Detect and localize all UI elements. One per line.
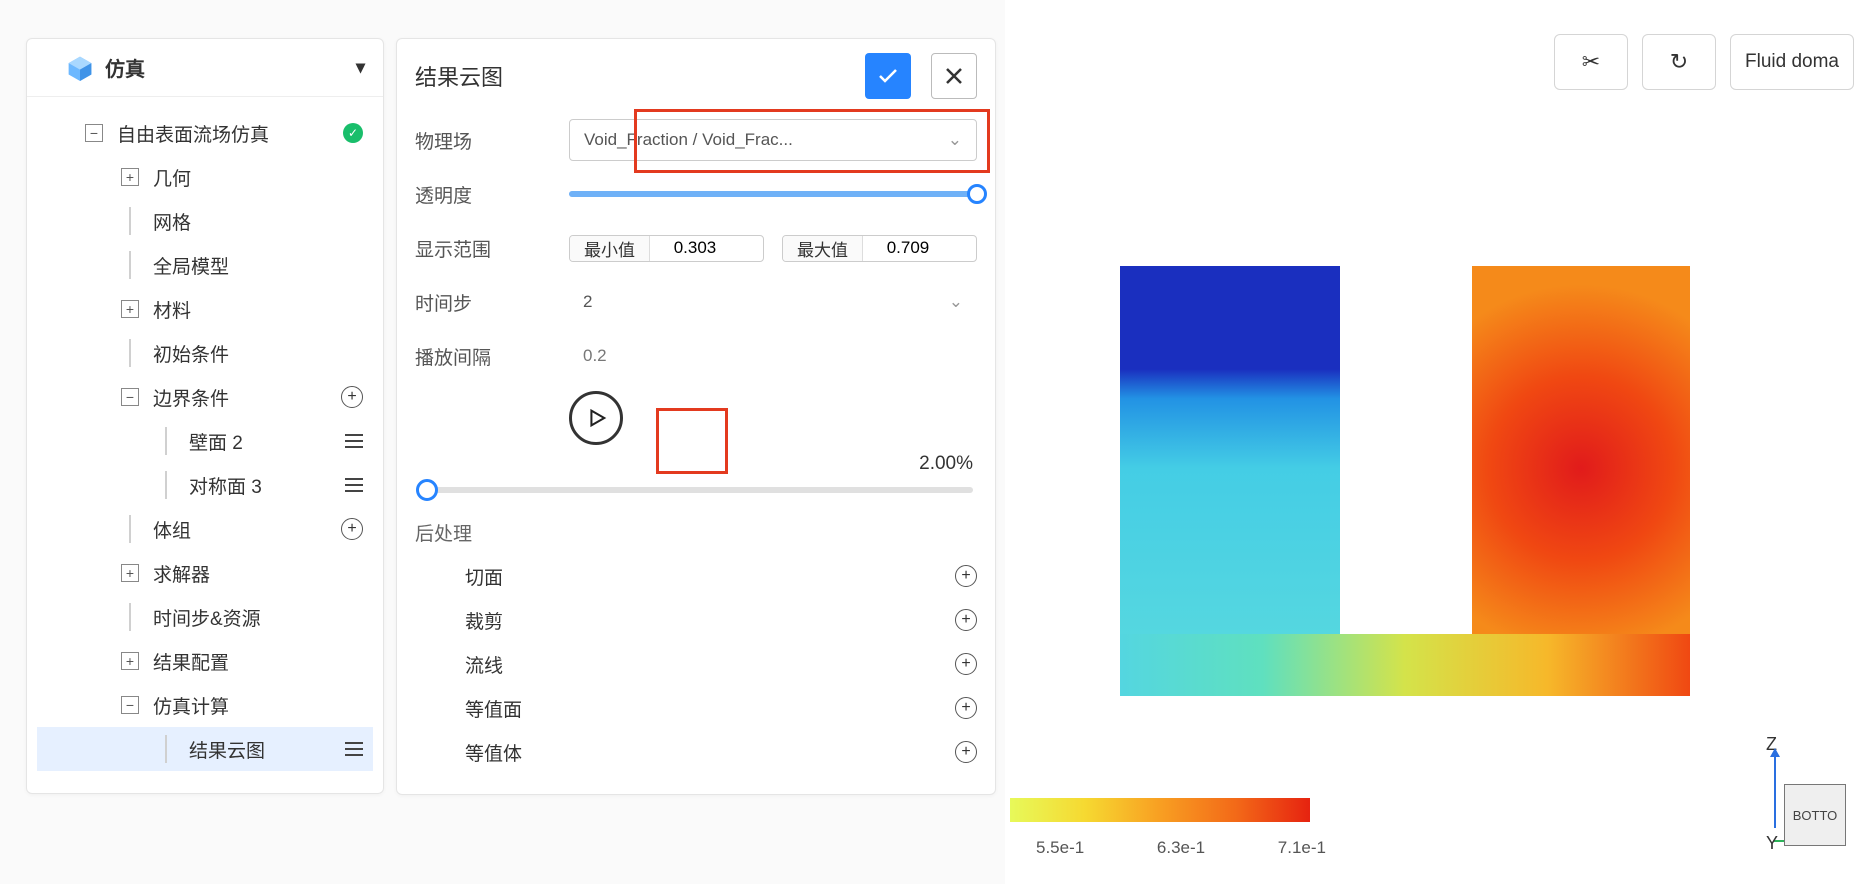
max-value-group: 最大值 [782, 235, 977, 262]
opacity-row: 透明度 [397, 167, 995, 221]
reset-icon: ↻ [1670, 49, 1688, 75]
min-value-input[interactable] [650, 236, 740, 261]
check-icon: ✓ [343, 123, 363, 143]
add-icon[interactable]: + [341, 386, 363, 408]
add-icon[interactable]: + [955, 741, 977, 763]
pp-item-slice[interactable]: 切面 + [415, 554, 977, 598]
slider-thumb[interactable] [967, 184, 987, 204]
tree-line [157, 735, 175, 763]
physics-field-select[interactable]: Void_Fraction / Void_Frac... ⌄ [569, 119, 977, 161]
panel-header: 结果云图 [397, 39, 995, 113]
collapse-icon[interactable]: − [121, 388, 139, 406]
tree-node-mesh[interactable]: 网格 [37, 199, 373, 243]
tree-node-geometry[interactable]: + 几何 [37, 155, 373, 199]
menu-icon[interactable] [345, 434, 363, 448]
tree-line [121, 515, 139, 543]
expand-icon[interactable]: + [121, 652, 139, 670]
viewport-toolbar: ✂ ↻ Fluid doma [1554, 34, 1854, 90]
result-cloud-panel: 结果云图 物理场 Void_Fraction / Void_Frac... ⌄ … [396, 38, 996, 795]
tree-node-sim-calc[interactable]: − 仿真计算 [37, 683, 373, 727]
pp-item-isovolume[interactable]: 等值体 + [415, 730, 977, 774]
tree-node-timestep-resource[interactable]: 时间步&资源 [37, 595, 373, 639]
tree-node-volume-group[interactable]: 体组 + [37, 507, 373, 551]
timestep-select[interactable]: 2 ⌄ [569, 281, 977, 323]
add-icon[interactable]: + [341, 518, 363, 540]
tree-node-boundary[interactable]: − 边界条件 + [37, 375, 373, 419]
add-icon[interactable]: + [955, 697, 977, 719]
confirm-button[interactable] [865, 53, 911, 99]
display-range-row: 显示范围 最小值 最大值 [397, 221, 995, 275]
tree-node-global-model[interactable]: 全局模型 [37, 243, 373, 287]
tree-line [121, 251, 139, 279]
color-legend-bar [1010, 798, 1310, 822]
chevron-down-icon: ⌄ [948, 130, 962, 150]
tree-node-result-config[interactable]: + 结果配置 [37, 639, 373, 683]
add-icon[interactable]: + [955, 565, 977, 587]
domain-select-button[interactable]: Fluid doma [1730, 34, 1854, 90]
expand-icon[interactable]: + [121, 564, 139, 582]
add-icon[interactable]: + [955, 653, 977, 675]
panel-title: 结果云图 [415, 60, 503, 92]
play-icon [585, 407, 607, 429]
timestep-row: 时间步 2 ⌄ [397, 275, 995, 329]
max-value-input[interactable] [863, 236, 953, 261]
contour-plot [1120, 266, 1690, 696]
interval-row: 播放间隔 0.2 [397, 329, 995, 383]
tree-line [121, 339, 139, 367]
pp-item-isosurface[interactable]: 等值面 + [415, 686, 977, 730]
add-icon[interactable]: + [955, 609, 977, 631]
collapse-icon[interactable]: − [121, 696, 139, 714]
play-button[interactable] [569, 391, 623, 445]
axis-y-label: Y [1766, 833, 1778, 854]
tree-node-solver[interactable]: + 求解器 [37, 551, 373, 595]
tree-node-root[interactable]: − 自由表面流场仿真 ✓ [37, 111, 373, 155]
postprocess-list: 切面 + 裁剪 + 流线 + 等值面 + 等值体 + [397, 554, 995, 774]
chevron-down-icon[interactable]: ▾ [356, 57, 365, 78]
scissors-icon: ✂ [1582, 49, 1600, 75]
close-button[interactable] [931, 53, 977, 99]
simulation-tree-panel: 仿真 ▾ − 自由表面流场仿真 ✓ + 几何 网格 全局模型 + 材料 初始条件 [26, 38, 384, 794]
menu-icon[interactable] [345, 742, 363, 756]
chevron-down-icon: ⌄ [949, 292, 963, 312]
viewport-3d[interactable]: ✂ ↻ Fluid doma 5.5e-1 6.3e-1 7.1e-1 Z Y … [1005, 0, 1854, 884]
view-cube[interactable]: BOTTO [1784, 784, 1846, 846]
tree-node-result-cloud[interactable]: 结果云图 [37, 727, 373, 771]
check-icon [876, 64, 900, 88]
tree-header[interactable]: 仿真 ▾ [27, 39, 383, 97]
physics-field-row: 物理场 Void_Fraction / Void_Frac... ⌄ [397, 113, 995, 167]
close-icon [944, 66, 964, 86]
min-value-group: 最小值 [569, 235, 764, 262]
tree-line [157, 471, 175, 499]
tree-header-label: 仿真 [105, 53, 145, 82]
expand-icon[interactable]: + [121, 300, 139, 318]
scissors-button[interactable]: ✂ [1554, 34, 1628, 90]
time-slider[interactable] [397, 475, 995, 511]
interval-value[interactable]: 0.2 [569, 346, 977, 366]
tree-node-initial-conditions[interactable]: 初始条件 [37, 331, 373, 375]
tree-line [121, 207, 139, 235]
cube-icon [67, 55, 93, 81]
opacity-slider[interactable] [569, 191, 977, 197]
tree-node-symmetry-3[interactable]: 对称面 3 [37, 463, 373, 507]
collapse-icon[interactable]: − [85, 124, 103, 142]
pp-item-streamline[interactable]: 流线 + [415, 642, 977, 686]
progress-percent: 2.00% [397, 453, 995, 475]
play-row [397, 383, 995, 453]
color-legend-labels: 5.5e-1 6.3e-1 7.1e-1 [1036, 838, 1326, 858]
menu-icon[interactable] [345, 478, 363, 492]
reset-view-button[interactable]: ↻ [1642, 34, 1716, 90]
slider-thumb[interactable] [416, 479, 438, 501]
tree-line [157, 427, 175, 455]
tree-body: − 自由表面流场仿真 ✓ + 几何 网格 全局模型 + 材料 初始条件 − 边界… [27, 97, 383, 793]
tree-line [121, 603, 139, 631]
tree-node-materials[interactable]: + 材料 [37, 287, 373, 331]
expand-icon[interactable]: + [121, 168, 139, 186]
pp-item-clip[interactable]: 裁剪 + [415, 598, 977, 642]
tree-node-wall-2[interactable]: 壁面 2 [37, 419, 373, 463]
postprocess-section-label: 后处理 [397, 511, 995, 554]
axis-gizmo[interactable]: Z Y BOTTO [1756, 734, 1846, 854]
